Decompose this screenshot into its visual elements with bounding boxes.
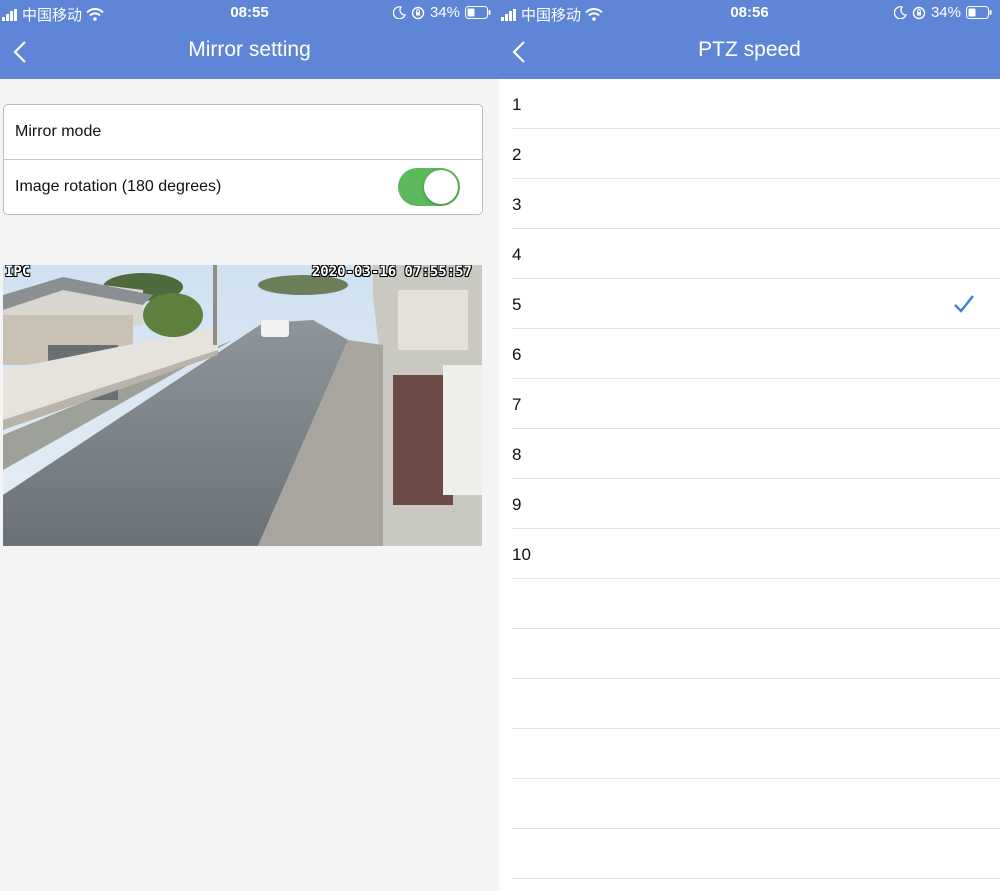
speed-option-5[interactable]: 5 xyxy=(512,279,1000,329)
settings-card: Mirror mode Image rotation (180 degrees) xyxy=(3,104,483,215)
speed-option-1[interactable]: 1 xyxy=(512,79,1000,129)
empty-list-row xyxy=(512,679,1000,729)
nav-header: 中国移动 08:56 34% PTZ speed xyxy=(499,0,1000,79)
battery-percent: 34% xyxy=(930,4,961,21)
speed-option-label: 2 xyxy=(512,145,522,164)
speed-option-6[interactable]: 6 xyxy=(512,329,1000,379)
image-rotation-row: Image rotation (180 degrees) xyxy=(4,160,482,214)
empty-list-row xyxy=(512,829,1000,879)
speed-option-9[interactable]: 9 xyxy=(512,479,1000,529)
status-bar: 中国移动 08:56 34% xyxy=(499,0,1000,26)
speed-option-8[interactable]: 8 xyxy=(512,429,1000,479)
battery-icon xyxy=(966,6,992,19)
orientation-lock-icon xyxy=(411,6,425,19)
status-bar: 中国移动 08:55 34% xyxy=(0,0,499,26)
page-title: Mirror setting xyxy=(188,38,311,61)
speed-option-label: 5 xyxy=(512,295,522,314)
mirror-mode-label: Mirror mode xyxy=(15,123,102,140)
speed-options-list: 1 2 3 4 5 6 7 8 9 10 xyxy=(512,79,1000,879)
moon-icon xyxy=(392,6,406,19)
mirror-mode-row[interactable]: Mirror mode xyxy=(4,105,482,160)
image-rotation-label: Image rotation (180 degrees) xyxy=(15,178,222,195)
orientation-lock-icon xyxy=(912,6,926,19)
empty-list-row xyxy=(512,729,1000,779)
speed-option-label: 8 xyxy=(512,445,522,464)
speed-option-2[interactable]: 2 xyxy=(512,129,1000,179)
speed-option-10[interactable]: 10 xyxy=(512,529,1000,579)
image-rotation-toggle[interactable] xyxy=(398,168,460,206)
osd-camera-label: IPC xyxy=(5,265,31,280)
camera-preview: IPC 2020-03-16 07:55:57 xyxy=(3,265,482,546)
moon-icon xyxy=(893,6,907,19)
speed-option-label: 9 xyxy=(512,495,522,514)
speed-option-7[interactable]: 7 xyxy=(512,379,1000,429)
battery-icon xyxy=(465,6,491,19)
empty-list-row xyxy=(512,579,1000,629)
ptz-speed-screen: 中国移动 08:56 34% PTZ speed 1 2 3 4 5 6 7 8 9 10 xyxy=(499,0,1000,891)
speed-option-4[interactable]: 4 xyxy=(512,229,1000,279)
toggle-knob xyxy=(424,170,458,204)
battery-percent: 34% xyxy=(429,4,460,21)
speed-option-label: 6 xyxy=(512,345,522,364)
speed-option-label: 3 xyxy=(512,195,522,214)
empty-list-row xyxy=(512,779,1000,829)
checkmark-icon xyxy=(954,295,974,313)
speed-option-label: 7 xyxy=(512,395,522,414)
osd-timestamp: 2020-03-16 07:55:57 xyxy=(311,265,472,280)
page-title: PTZ speed xyxy=(698,38,801,61)
speed-option-label: 4 xyxy=(512,245,522,264)
speed-option-3[interactable]: 3 xyxy=(512,179,1000,229)
speed-option-label: 1 xyxy=(512,95,522,114)
mirror-setting-screen: 中国移动 08:55 34% Mirror setting Mirror mod… xyxy=(0,0,499,891)
street-scene-image xyxy=(3,265,482,546)
empty-list-row xyxy=(512,629,1000,679)
nav-header: 中国移动 08:55 34% Mirror setting xyxy=(0,0,499,79)
speed-option-label: 10 xyxy=(512,545,531,564)
